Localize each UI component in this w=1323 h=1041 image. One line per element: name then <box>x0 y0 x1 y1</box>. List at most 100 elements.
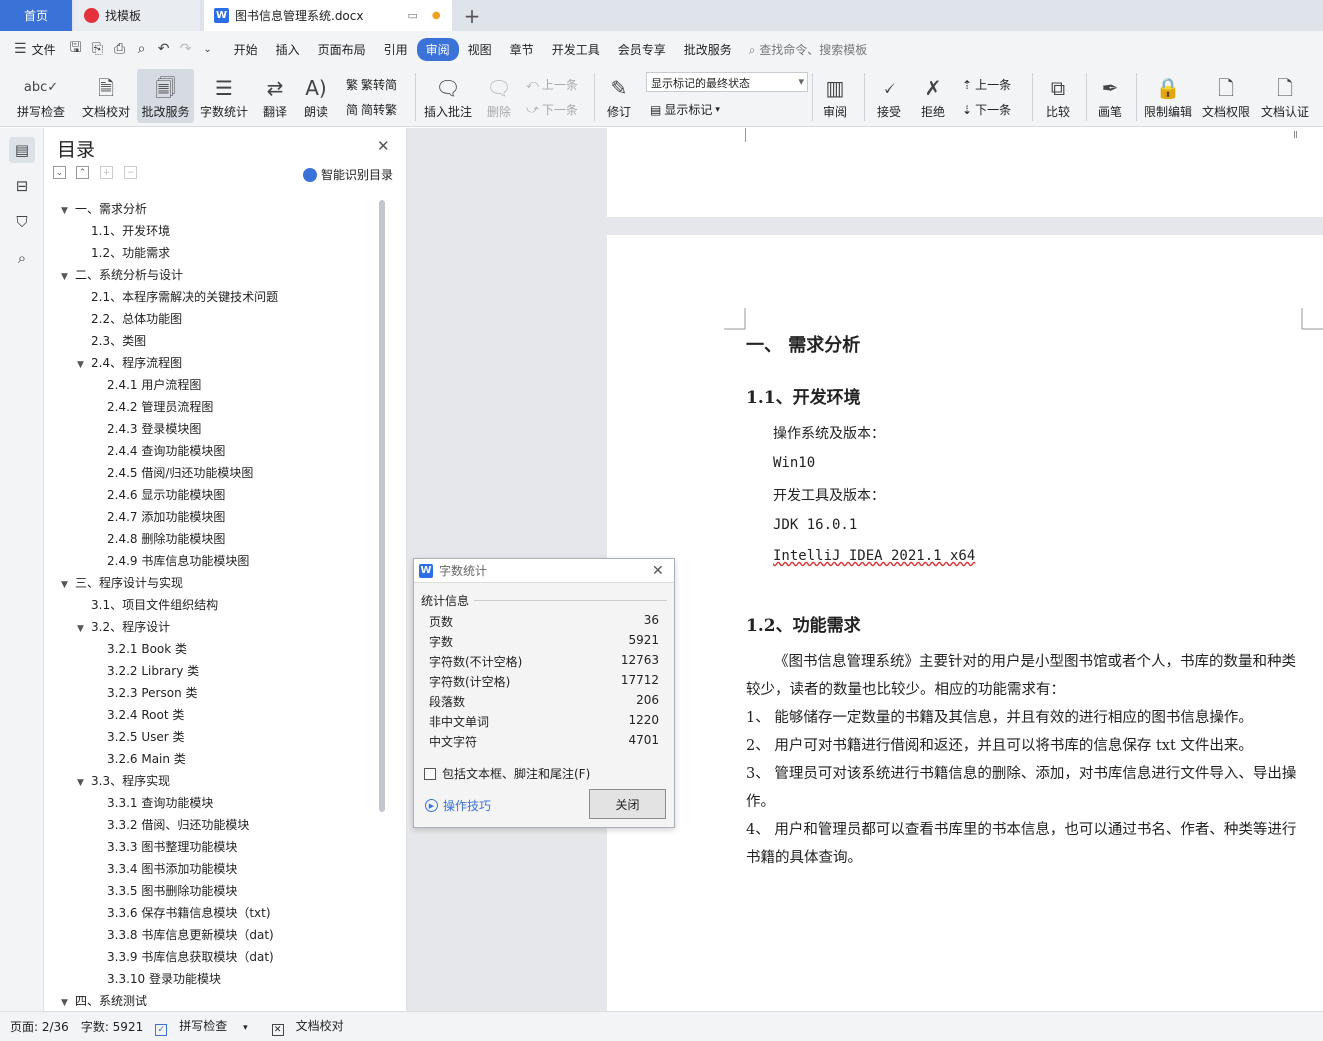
export-pdf-icon[interactable]: ⎘ <box>87 41 109 57</box>
reject-button[interactable]: ✗ 拒绝 <box>914 69 952 123</box>
menu-4[interactable]: 审阅 <box>416 37 459 61</box>
toc-item[interactable]: 3.3.6 保存书籍信息模块（txt) <box>93 902 271 924</box>
print-icon[interactable]: ⎙ <box>109 41 131 57</box>
toc-item[interactable]: ▼ 3.3、程序实现 <box>77 770 170 792</box>
toc-item[interactable]: 3.3.3 图书整理功能模块 <box>93 836 237 858</box>
grading-button[interactable]: 🗐 批改服务 <box>137 69 194 123</box>
include-textbox-checkbox[interactable]: 包括文本框、脚注和尾注(F) <box>424 765 590 782</box>
toc-item[interactable]: 3.3.4 图书添加功能模块 <box>93 858 237 880</box>
menu-5[interactable]: 视图 <box>459 38 501 61</box>
quick-access-more-icon[interactable]: ⌄ <box>197 44 219 55</box>
redo-icon[interactable]: ↷ <box>175 41 197 57</box>
prev-change-button[interactable]: ⇡ 上一条 <box>962 76 1011 93</box>
menu-2[interactable]: 页面布局 <box>309 38 375 61</box>
translate-button[interactable]: ⇄ 翻译 <box>255 69 295 123</box>
chevron-down-icon[interactable]: ▼ <box>61 200 75 222</box>
chevron-down-icon[interactable]: ▼ <box>61 266 75 288</box>
toc-item[interactable]: ▼ 3.2、程序设计 <box>77 616 170 638</box>
review-button[interactable]: ▥ 审阅 <box>816 69 854 123</box>
next-change-button[interactable]: ⇣ 下一条 <box>962 101 1011 118</box>
tab-template[interactable]: 找模板 <box>74 0 200 31</box>
find-icon[interactable]: ⌕ <box>9 245 35 271</box>
toc-item[interactable]: ▼ 二、系统分析与设计 <box>61 264 183 286</box>
compare-button[interactable]: ⧉ 比较 <box>1038 69 1078 123</box>
toc-item[interactable]: 1.2、功能需求 <box>77 242 170 264</box>
toc-panel-icon[interactable]: ▤ <box>9 137 35 163</box>
menu-7[interactable]: 开发工具 <box>543 38 609 61</box>
doc-permission-button[interactable]: 🗋 文档权限 <box>1199 69 1253 123</box>
chevron-down-icon[interactable]: ▼ <box>77 354 91 376</box>
chevron-down-icon[interactable]: ▼ <box>77 772 91 794</box>
toc-item[interactable]: 3.2.6 Main 类 <box>93 748 186 770</box>
show-markup-button[interactable]: ▤ 显示标记 ▾ <box>650 101 720 118</box>
toc-item[interactable]: 3.3.8 书库信息更新模块（dat) <box>93 924 274 946</box>
bookmark-icon[interactable]: ⛉ <box>9 209 35 235</box>
simp-to-trad-button[interactable]: 简简转繁 <box>346 101 397 118</box>
new-tab-button[interactable]: + <box>458 0 486 31</box>
hamburger-icon[interactable]: ☰ <box>14 41 27 57</box>
spell-check-button[interactable]: abc✓ 拼写检查 <box>10 69 72 123</box>
insert-comment-button[interactable]: 🗨 插入批注 <box>420 69 476 123</box>
chapter-nav-icon[interactable]: ⊟ <box>9 173 35 199</box>
tab-home[interactable]: 首页 <box>0 0 72 31</box>
word-count-button[interactable]: ☰ 字数统计 <box>197 69 251 123</box>
delete-comment-button[interactable]: 🗨 删除 <box>480 69 518 123</box>
toc-item[interactable]: 3.3.10 登录功能模块 <box>93 968 221 990</box>
menu-6[interactable]: 章节 <box>501 38 543 61</box>
tips-link[interactable]: ▶ 操作技巧 <box>425 797 491 814</box>
toc-item[interactable]: 3.3.1 查询功能模块 <box>93 792 213 814</box>
toc-item[interactable]: ▼ 四、系统测试 <box>61 990 147 1012</box>
toc-item[interactable]: 3.3.9 书库信息获取模块（dat) <box>93 946 274 968</box>
read-aloud-button[interactable]: A) 朗读 <box>299 69 333 123</box>
toc-item[interactable]: 2.4.5 借阅/归还功能模块图 <box>93 462 253 484</box>
next-comment-button[interactable]: ⤻ 下一条 <box>526 101 578 118</box>
menu-9[interactable]: 批改服务 <box>675 38 741 61</box>
page-indicator[interactable]: 页面: 2/36 <box>10 1018 69 1035</box>
menu-8[interactable]: 会员专享 <box>609 38 675 61</box>
toc-item[interactable]: 3.3.2 借阅、归还功能模块 <box>93 814 249 836</box>
toc-item[interactable]: 3.1、项目文件组织结构 <box>77 594 218 616</box>
remove-heading-icon[interactable]: − <box>124 166 137 179</box>
menu-file[interactable]: 文件 <box>27 38 65 61</box>
chevron-down-icon[interactable]: ▼ <box>77 618 91 640</box>
track-changes-button[interactable]: ✎ 修订 <box>600 69 638 123</box>
toc-item[interactable]: 2.3、类图 <box>77 330 146 352</box>
add-heading-icon[interactable]: + <box>100 166 113 179</box>
toc-item[interactable]: 2.4.1 用户流程图 <box>93 374 201 396</box>
toc-item[interactable]: 3.2.3 Person 类 <box>93 682 198 704</box>
expand-all-icon[interactable]: ⌃ <box>76 166 89 179</box>
toc-item[interactable]: 3.2.2 Library 类 <box>93 660 199 682</box>
dialog-close-icon[interactable]: ✕ <box>652 563 664 579</box>
menu-1[interactable]: 插入 <box>267 38 309 61</box>
toc-item[interactable]: 2.4.7 添加功能模块图 <box>93 506 225 528</box>
checkbox-box[interactable] <box>424 767 436 780</box>
toc-item[interactable]: 2.4.9 书库信息功能模块图 <box>93 550 249 572</box>
toc-item[interactable]: 3.3.5 图书删除功能模块 <box>93 880 237 902</box>
toc-item[interactable]: 3.2.5 User 类 <box>93 726 185 748</box>
toc-item[interactable]: ▼ 2.4、程序流程图 <box>77 352 182 374</box>
chevron-down-icon[interactable]: ▼ <box>61 574 75 596</box>
toc-item[interactable]: 2.4.2 管理员流程图 <box>93 396 213 418</box>
toc-item[interactable]: 2.4.4 查询功能模块图 <box>93 440 225 462</box>
toc-item[interactable]: 2.4.3 登录模块图 <box>93 418 201 440</box>
toc-scrollbar[interactable] <box>379 200 385 812</box>
dialog-titlebar[interactable]: W 字数统计 <box>414 559 674 583</box>
toc-item[interactable]: 2.2、总体功能图 <box>77 308 182 330</box>
toc-item[interactable]: 3.2.1 Book 类 <box>93 638 187 660</box>
toc-item[interactable]: 2.4.8 删除功能模块图 <box>93 528 225 550</box>
doc-proof-toggle[interactable]: ✕ 文档校对 <box>271 1017 356 1036</box>
monitor-icon[interactable]: ▭ <box>407 9 417 22</box>
prev-comment-button[interactable]: ⤺ 上一条 <box>526 76 578 93</box>
restrict-edit-button[interactable]: 🔒 限制编辑 <box>1141 69 1195 123</box>
spell-check-toggle[interactable]: ✓ 拼写检查 ▾ <box>155 1017 259 1036</box>
toc-item[interactable]: ▼ 三、程序设计与实现 <box>61 572 183 594</box>
close-icon[interactable]: ✕ <box>377 137 390 155</box>
print-preview-icon[interactable]: ⌕ <box>131 41 153 57</box>
collapse-all-icon[interactable]: ⌄ <box>53 166 66 179</box>
close-button[interactable]: 关闭 <box>589 789 666 819</box>
search-commands[interactable]: ⌕ 查找命令、搜索模板 <box>749 41 868 58</box>
toc-item[interactable]: ▼ 一、需求分析 <box>61 198 147 220</box>
menu-3[interactable]: 引用 <box>375 38 417 61</box>
doc-proof-button[interactable]: 🗎 文档校对 <box>78 69 134 123</box>
accept-button[interactable]: 🗸 接受 <box>870 69 908 123</box>
